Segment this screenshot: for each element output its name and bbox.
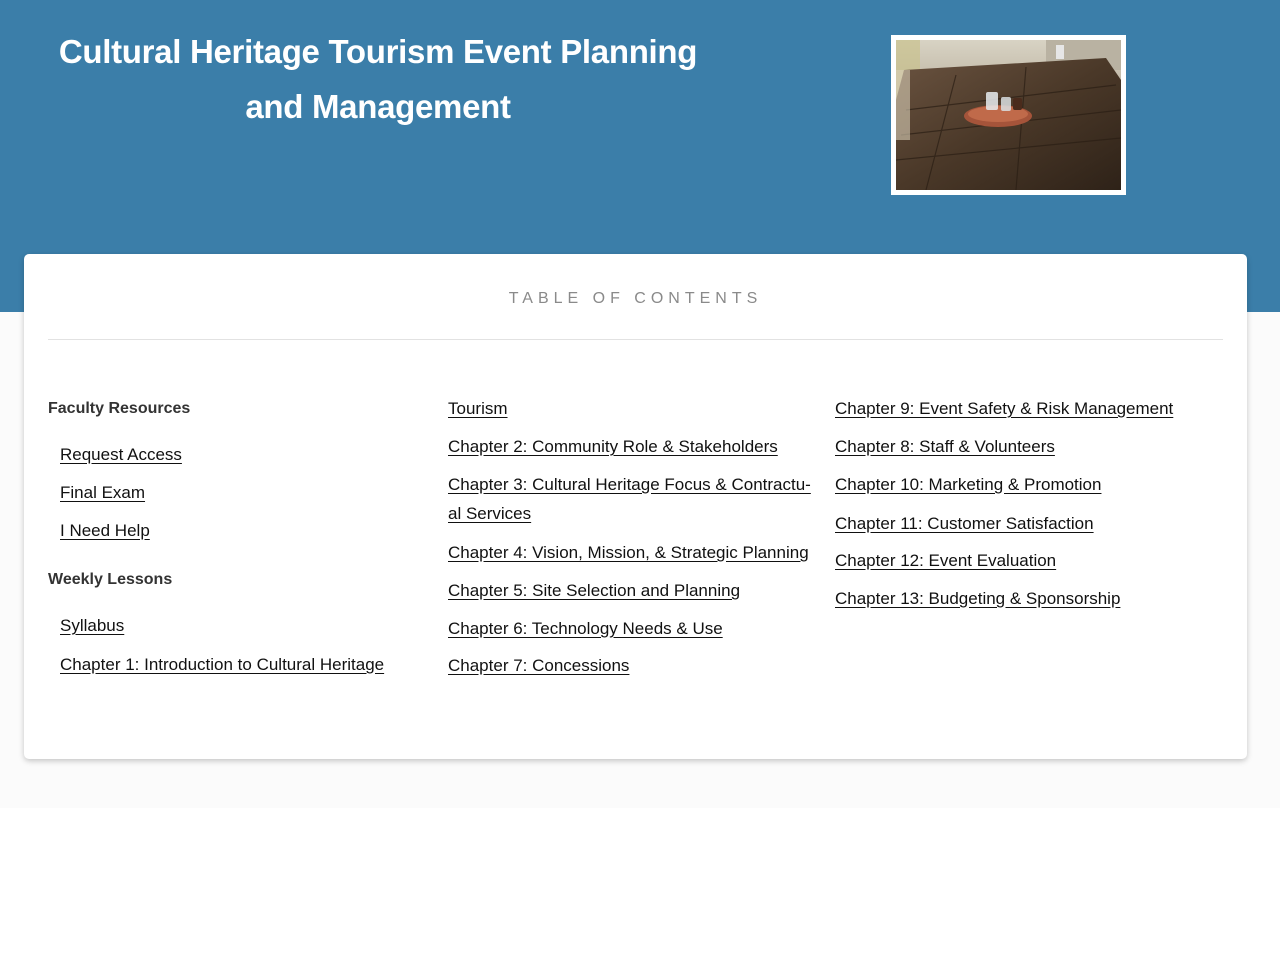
chapter-7-link[interactable]: Chapter 7: Concessions <box>448 656 629 676</box>
weekly-lessons-heading: Weekly Lessons <box>48 571 173 588</box>
header-photo <box>891 35 1126 195</box>
table-photo-image <box>896 40 1121 190</box>
chapter-11-link[interactable]: Chapter 11: Customer Satisfaction <box>835 514 1094 534</box>
chapter-8-link[interactable]: Chapter 8: Staff & Volunteers <box>835 437 1055 457</box>
chapter-10-link[interactable]: Chapter 10: Marketing & Promotion <box>835 475 1101 495</box>
tourism-link[interactable]: Tourism <box>448 399 508 419</box>
chapter-13-link[interactable]: Chapter 13: Budgeting & Sponsorship <box>835 589 1120 609</box>
chapter-3-link[interactable]: Chapter 3: Cultural Heritage Focus & Con… <box>448 470 820 528</box>
request-access-link[interactable]: Request Access <box>60 445 182 465</box>
chapter-12-link[interactable]: Chapter 12: Event Evaluation <box>835 551 1056 571</box>
toc-card: TABLE OF CONTENTS Faculty Resources Requ… <box>24 254 1247 759</box>
toc-divider <box>48 339 1223 340</box>
chapter-4-link[interactable]: Chapter 4: Vision, Mission, & Strategic … <box>448 543 809 563</box>
final-exam-link[interactable]: Final Exam <box>60 483 145 503</box>
faculty-resources-heading: Faculty Resources <box>48 400 191 417</box>
page-title: Cultural Heritage Tourism Event Planning… <box>58 33 698 125</box>
chapter-2-link[interactable]: Chapter 2: Community Role & Stakeholders <box>448 437 778 457</box>
chapter-9-link[interactable]: Chapter 9: Event Safety & Risk Managemen… <box>835 399 1173 419</box>
syllabus-link[interactable]: Syllabus <box>60 616 124 636</box>
toc-heading: TABLE OF CONTENTS <box>508 290 763 307</box>
chapter-5-link[interactable]: Chapter 5: Site Selection and Planning <box>448 581 740 601</box>
need-help-link[interactable]: I Need Help <box>60 521 150 541</box>
chapter-6-link[interactable]: Chapter 6: Technology Needs & Use <box>448 619 723 639</box>
chapter-1-link[interactable]: Chapter 1: Introduction to Cultural Heri… <box>60 655 384 675</box>
